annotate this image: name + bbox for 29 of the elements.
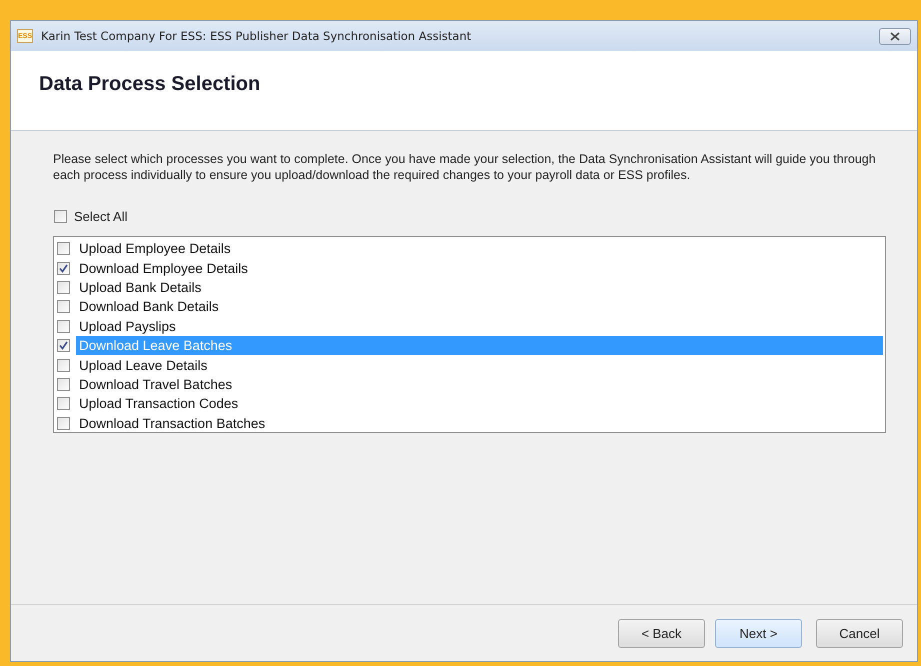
list-item[interactable]: Download Bank Details [76, 297, 883, 316]
dialog-button[interactable]: Cancel [816, 619, 903, 648]
checkbox[interactable] [57, 280, 70, 294]
checkbox[interactable] [57, 397, 70, 410]
checkbox-label[interactable]: Select All [74, 209, 128, 224]
checkbox[interactable] [57, 320, 70, 333]
checkbox[interactable] [57, 300, 70, 314]
instructions-text: Please select which processes you want to complete. Once you have made your selection, the Data Synchronisation Assistant will guide you through each process individually to ensure you upload/download the required changes to your payroll data or ESS profiles. [53, 151, 877, 183]
list-item[interactable]: Upload Payslips [76, 316, 883, 336]
list-item[interactable]: Download Travel Batches [76, 374, 883, 394]
checkbox[interactable] [54, 210, 67, 223]
close-button[interactable] [879, 28, 911, 44]
checkbox[interactable] [57, 358, 70, 372]
dialog-button[interactable]: Next > [715, 619, 802, 648]
list-item[interactable]: Download Employee Details [76, 258, 883, 278]
checkbox[interactable] [57, 339, 70, 352]
close-icon [890, 32, 900, 40]
dialog-button[interactable]: < Back [618, 619, 705, 648]
checkbox[interactable] [57, 242, 70, 256]
list-item[interactable]: Upload Transaction Codes [76, 394, 883, 414]
window-title: Karin Test Company For ESS: ESS Publisher Data Synchronisation Assistant [41, 29, 472, 43]
checkbox[interactable] [57, 416, 70, 430]
checkbox[interactable] [57, 262, 70, 275]
checkbox[interactable] [57, 378, 70, 391]
list-item[interactable]: Upload Leave Details [76, 356, 883, 375]
list-item[interactable]: Upload Employee Details [76, 239, 883, 258]
list-item[interactable]: Download Transaction Batches [76, 414, 883, 433]
list-item[interactable]: Upload Bank Details [76, 278, 883, 297]
page-title: Data Process Selection [39, 73, 260, 96]
